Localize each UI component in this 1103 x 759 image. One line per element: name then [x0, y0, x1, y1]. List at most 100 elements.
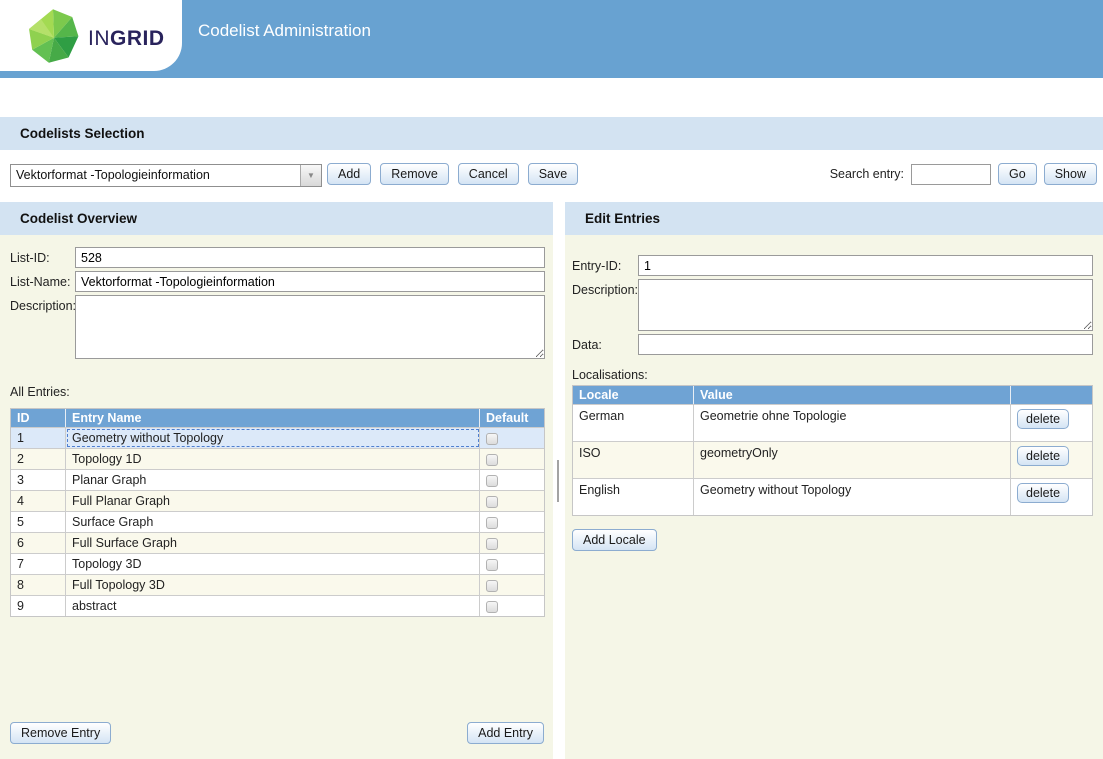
codelist-dropdown[interactable]: Vektorformat -Topologieinformation ▼: [10, 164, 322, 187]
entry-id-field[interactable]: [638, 255, 1093, 276]
all-entries-label: All Entries:: [10, 385, 545, 399]
entries-table: ID Entry Name Default 1Geometry without …: [10, 408, 545, 617]
entry-name-cell[interactable]: abstract: [66, 596, 480, 616]
entry-name-cell[interactable]: Planar Graph: [66, 470, 480, 490]
entry-name-cell[interactable]: Full Topology 3D: [66, 575, 480, 595]
default-checkbox[interactable]: [486, 454, 498, 466]
localisations-header-actions: [1011, 386, 1092, 404]
localisations-table-header: Locale Value: [573, 386, 1092, 404]
locale-cell[interactable]: English: [573, 479, 694, 515]
list-name-label: List-Name:: [10, 271, 75, 289]
entries-header-default: Default: [480, 409, 544, 427]
logo-text-in: IN: [88, 27, 110, 50]
list-description-field[interactable]: [75, 295, 545, 359]
add-locale-button[interactable]: Add Locale: [572, 529, 657, 551]
codelist-overview-panel: Codelist Overview List-ID: List-Name: De…: [0, 202, 553, 759]
entry-id-cell: 9: [11, 596, 66, 616]
chevron-down-icon[interactable]: ▼: [300, 165, 321, 186]
entry-name-cell[interactable]: Geometry without Topology: [66, 428, 480, 448]
selection-buttons: Add Remove Cancel Save: [327, 163, 578, 185]
search-entry-label: Search entry:: [830, 167, 904, 181]
default-checkbox[interactable]: [486, 517, 498, 529]
locale-action-cell: delete: [1011, 405, 1092, 441]
entry-name-cell[interactable]: Topology 3D: [66, 554, 480, 574]
remove-entry-button[interactable]: Remove Entry: [10, 722, 111, 744]
entry-default-cell: [480, 575, 544, 595]
default-checkbox[interactable]: [486, 559, 498, 571]
entry-actions: Remove Entry Add Entry: [10, 722, 544, 744]
logo-text: INGRID: [88, 27, 165, 51]
entry-name-cell[interactable]: Topology 1D: [66, 449, 480, 469]
table-row[interactable]: 6Full Surface Graph: [11, 532, 544, 553]
localisations-label: Localisations:: [572, 368, 1093, 382]
search-cluster: Search entry: Go Show: [830, 163, 1097, 185]
table-row[interactable]: 2Topology 1D: [11, 448, 544, 469]
delete-locale-button[interactable]: delete: [1017, 483, 1069, 503]
default-checkbox[interactable]: [486, 580, 498, 592]
logo-text-grid: GRID: [110, 27, 165, 50]
edit-entries-panel: Edit Entries Entry-ID: Description: Data…: [565, 202, 1103, 759]
add-button[interactable]: Add: [327, 163, 371, 185]
default-checkbox[interactable]: [486, 601, 498, 613]
entry-id-cell: 4: [11, 491, 66, 511]
save-button[interactable]: Save: [528, 163, 579, 185]
list-id-label: List-ID:: [10, 247, 75, 265]
go-button[interactable]: Go: [998, 163, 1037, 185]
locale-cell[interactable]: ISO: [573, 442, 694, 478]
entry-id-cell: 8: [11, 575, 66, 595]
entry-data-field[interactable]: [638, 334, 1093, 355]
entries-table-header: ID Entry Name Default: [11, 409, 544, 427]
show-button[interactable]: Show: [1044, 163, 1097, 185]
entry-name-cell[interactable]: Full Planar Graph: [66, 491, 480, 511]
add-entry-button[interactable]: Add Entry: [467, 722, 544, 744]
table-row[interactable]: 8Full Topology 3D: [11, 574, 544, 595]
locale-action-cell: delete: [1011, 442, 1092, 478]
codelist-dropdown-value: Vektorformat -Topologieinformation: [11, 165, 300, 186]
table-row[interactable]: 9abstract: [11, 595, 544, 616]
entry-id-cell: 2: [11, 449, 66, 469]
edit-entries-header: Edit Entries: [565, 202, 1103, 235]
locale-cell[interactable]: German: [573, 405, 694, 441]
table-row[interactable]: 3Planar Graph: [11, 469, 544, 490]
value-cell[interactable]: Geometrie ohne Topologie: [694, 405, 1011, 441]
default-checkbox[interactable]: [486, 496, 498, 508]
localisation-row: GermanGeometrie ohne Topologie delete: [573, 404, 1092, 441]
cancel-button[interactable]: Cancel: [458, 163, 519, 185]
entries-header-name: Entry Name: [66, 409, 480, 427]
ingrid-gem-icon: [28, 9, 80, 64]
page-title: Codelist Administration: [198, 21, 371, 41]
entry-default-cell: [480, 428, 544, 448]
list-id-field[interactable]: [75, 247, 545, 268]
entry-default-cell: [480, 470, 544, 490]
table-row[interactable]: 7Topology 3D: [11, 553, 544, 574]
entry-id-cell: 6: [11, 533, 66, 553]
entry-id-label: Entry-ID:: [572, 255, 638, 273]
search-input[interactable]: [911, 164, 991, 185]
localisations-header-value: Value: [694, 386, 1011, 404]
list-name-field[interactable]: [75, 271, 545, 292]
default-checkbox[interactable]: [486, 538, 498, 550]
entries-table-body: 1Geometry without Topology2Topology 1D3P…: [11, 427, 544, 616]
table-row[interactable]: 5Surface Graph: [11, 511, 544, 532]
delete-locale-button[interactable]: delete: [1017, 446, 1069, 466]
entry-id-cell: 7: [11, 554, 66, 574]
table-row[interactable]: 4Full Planar Graph: [11, 490, 544, 511]
entry-default-cell: [480, 533, 544, 553]
remove-button[interactable]: Remove: [380, 163, 449, 185]
default-checkbox[interactable]: [486, 475, 498, 487]
panel-divider-handle[interactable]: [557, 460, 559, 502]
localisations-table-body: GermanGeometrie ohne TopologiedeleteISOg…: [573, 404, 1092, 515]
value-cell[interactable]: Geometry without Topology: [694, 479, 1011, 515]
localisation-row: ISOgeometryOnly delete: [573, 441, 1092, 478]
entry-name-cell[interactable]: Full Surface Graph: [66, 533, 480, 553]
logo-box: INGRID: [0, 0, 182, 71]
entry-id-cell: 1: [11, 428, 66, 448]
entry-name-cell[interactable]: Surface Graph: [66, 512, 480, 532]
table-row[interactable]: 1Geometry without Topology: [11, 427, 544, 448]
delete-locale-button[interactable]: delete: [1017, 409, 1069, 429]
value-cell[interactable]: geometryOnly: [694, 442, 1011, 478]
entry-data-label: Data:: [572, 334, 638, 352]
codelists-selection-header: Codelists Selection: [0, 117, 1103, 150]
entry-description-field[interactable]: [638, 279, 1093, 331]
default-checkbox[interactable]: [486, 433, 498, 445]
